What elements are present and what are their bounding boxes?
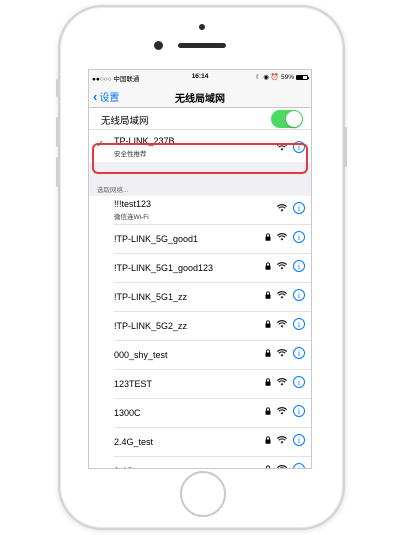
- alarm-icon: ⏰: [270, 74, 279, 81]
- wifi-icon: [277, 465, 287, 468]
- lock-icon: [265, 407, 271, 415]
- info-icon[interactable]: i: [293, 260, 305, 272]
- home-button[interactable]: [180, 471, 226, 517]
- wifi-icon: [277, 320, 287, 328]
- network-name: 2.4G_tset: [114, 466, 153, 468]
- network-icons: i: [265, 405, 305, 417]
- network-icons: i: [265, 231, 305, 243]
- info-icon[interactable]: i: [293, 376, 305, 388]
- navigation-bar: ‹ 设置 无线局域网: [89, 84, 311, 108]
- toggle-knob: [286, 111, 302, 127]
- info-icon[interactable]: i: [293, 463, 305, 468]
- network-list: !!!test123 微信连Wi-Fi i !TP-LINK_5G_good1 i !TP…: [89, 196, 311, 468]
- choose-network-header: 选取网络...: [97, 187, 129, 194]
- network-row[interactable]: !TP-LINK_5G_good1 i: [114, 225, 311, 254]
- checkmark-icon: ✓: [96, 139, 105, 150]
- network-name: 2.4G_test: [114, 437, 154, 447]
- network-name: 1300C: [114, 408, 141, 418]
- lock-icon: [265, 349, 271, 357]
- screen: ●●○○○ 中国联通 16:14 ☾ ◉ ⏰ 59% ‹ 设置 无线局域网 无线…: [88, 69, 312, 469]
- volume-up-button: [56, 117, 59, 147]
- network-icons: i: [265, 318, 305, 330]
- wlan-toggle-row: 无线局域网: [89, 108, 311, 130]
- network-row[interactable]: 2.4G_test i: [114, 428, 311, 457]
- wifi-icon: [277, 407, 287, 415]
- network-icons: i: [265, 289, 305, 301]
- network-subtitle: 微信连Wi-Fi: [114, 214, 149, 221]
- connected-network-name: TP-LINK_237B: [114, 136, 175, 146]
- lock-icon: [265, 320, 271, 328]
- network-icons: i: [265, 260, 305, 272]
- network-name: !TP-LINK_5G1_good123: [114, 263, 214, 273]
- network-name: !TP-LINK_5G_good1: [114, 234, 199, 244]
- info-icon[interactable]: i: [293, 347, 305, 359]
- earpiece-speaker: [178, 43, 226, 48]
- network-name: !!!test123: [114, 199, 152, 209]
- mute-switch: [56, 79, 59, 97]
- info-icon[interactable]: i: [293, 434, 305, 446]
- lock-icon: [265, 378, 271, 386]
- wifi-icon: [277, 378, 287, 386]
- network-row[interactable]: !TP-LINK_5G2_zz i: [114, 312, 311, 341]
- battery-percent: 59%: [280, 73, 294, 81]
- info-icon[interactable]: i: [293, 202, 305, 214]
- connected-network-subtitle: 安全性推荐: [114, 151, 147, 158]
- network-name: 123TEST: [114, 379, 153, 389]
- network-icons: i: [265, 376, 305, 388]
- volume-down-button: [56, 157, 59, 187]
- lock-icon: [265, 262, 271, 270]
- lock-icon: [265, 291, 271, 299]
- network-row[interactable]: 123TEST i: [114, 370, 311, 399]
- battery-fill: [297, 75, 303, 79]
- status-bar: ●●○○○ 中国联通 16:14 ☾ ◉ ⏰ 59%: [89, 70, 311, 84]
- moon-icon: ☾: [255, 74, 262, 81]
- network-row[interactable]: !TP-LINK_5G1_good123 i: [114, 254, 311, 283]
- wlan-label: 无线局域网: [101, 116, 149, 127]
- connected-network-row[interactable]: ✓ TP-LINK_237B 安全性推荐 i: [89, 130, 311, 162]
- page-title: 无线局域网: [175, 94, 225, 105]
- connected-network-icons: i: [277, 141, 305, 153]
- info-icon[interactable]: i: [293, 318, 305, 330]
- network-name: !TP-LINK_5G1_zz: [114, 292, 188, 302]
- lock-icon: [266, 465, 270, 468]
- network-name: !TP-LINK_5G2_zz: [114, 321, 188, 331]
- wifi-icon: [277, 262, 287, 270]
- wifi-icon: [277, 291, 287, 299]
- network-icons: i: [265, 463, 305, 468]
- lock-icon: [265, 436, 271, 444]
- network-icons: i: [277, 202, 305, 214]
- wifi-icon: [277, 349, 287, 357]
- lock-icon: [265, 233, 271, 241]
- info-icon[interactable]: i: [293, 405, 305, 417]
- info-icon[interactable]: i: [293, 289, 305, 301]
- info-icon[interactable]: i: [293, 141, 305, 153]
- wifi-icon: [277, 204, 287, 212]
- info-icon[interactable]: i: [293, 231, 305, 243]
- wifi-icon: [277, 436, 287, 444]
- location-icon: ◉: [263, 74, 269, 81]
- network-row[interactable]: 1300C i: [114, 399, 311, 428]
- status-right: ☾ ◉ ⏰ 59%: [255, 73, 309, 81]
- network-icons: i: [265, 434, 305, 446]
- network-name: 000_shy_test: [114, 350, 168, 360]
- power-button: [344, 127, 347, 167]
- wifi-icon: [277, 143, 287, 151]
- front-camera: [154, 41, 163, 50]
- front-sensor: [199, 24, 205, 30]
- network-row[interactable]: 2.4G_tset i: [114, 457, 311, 468]
- network-icons: i: [265, 347, 305, 359]
- wifi-icon: [277, 233, 287, 241]
- battery-icon: [296, 74, 309, 80]
- network-row[interactable]: !TP-LINK_5G1_zz i: [114, 283, 311, 312]
- network-row[interactable]: 000_shy_test i: [114, 341, 311, 370]
- network-row[interactable]: !!!test123 微信连Wi-Fi i: [114, 196, 311, 225]
- wlan-toggle[interactable]: [271, 110, 303, 128]
- phone-frame: ●●○○○ 中国联通 16:14 ☾ ◉ ⏰ 59% ‹ 设置 无线局域网 无线…: [56, 5, 347, 530]
